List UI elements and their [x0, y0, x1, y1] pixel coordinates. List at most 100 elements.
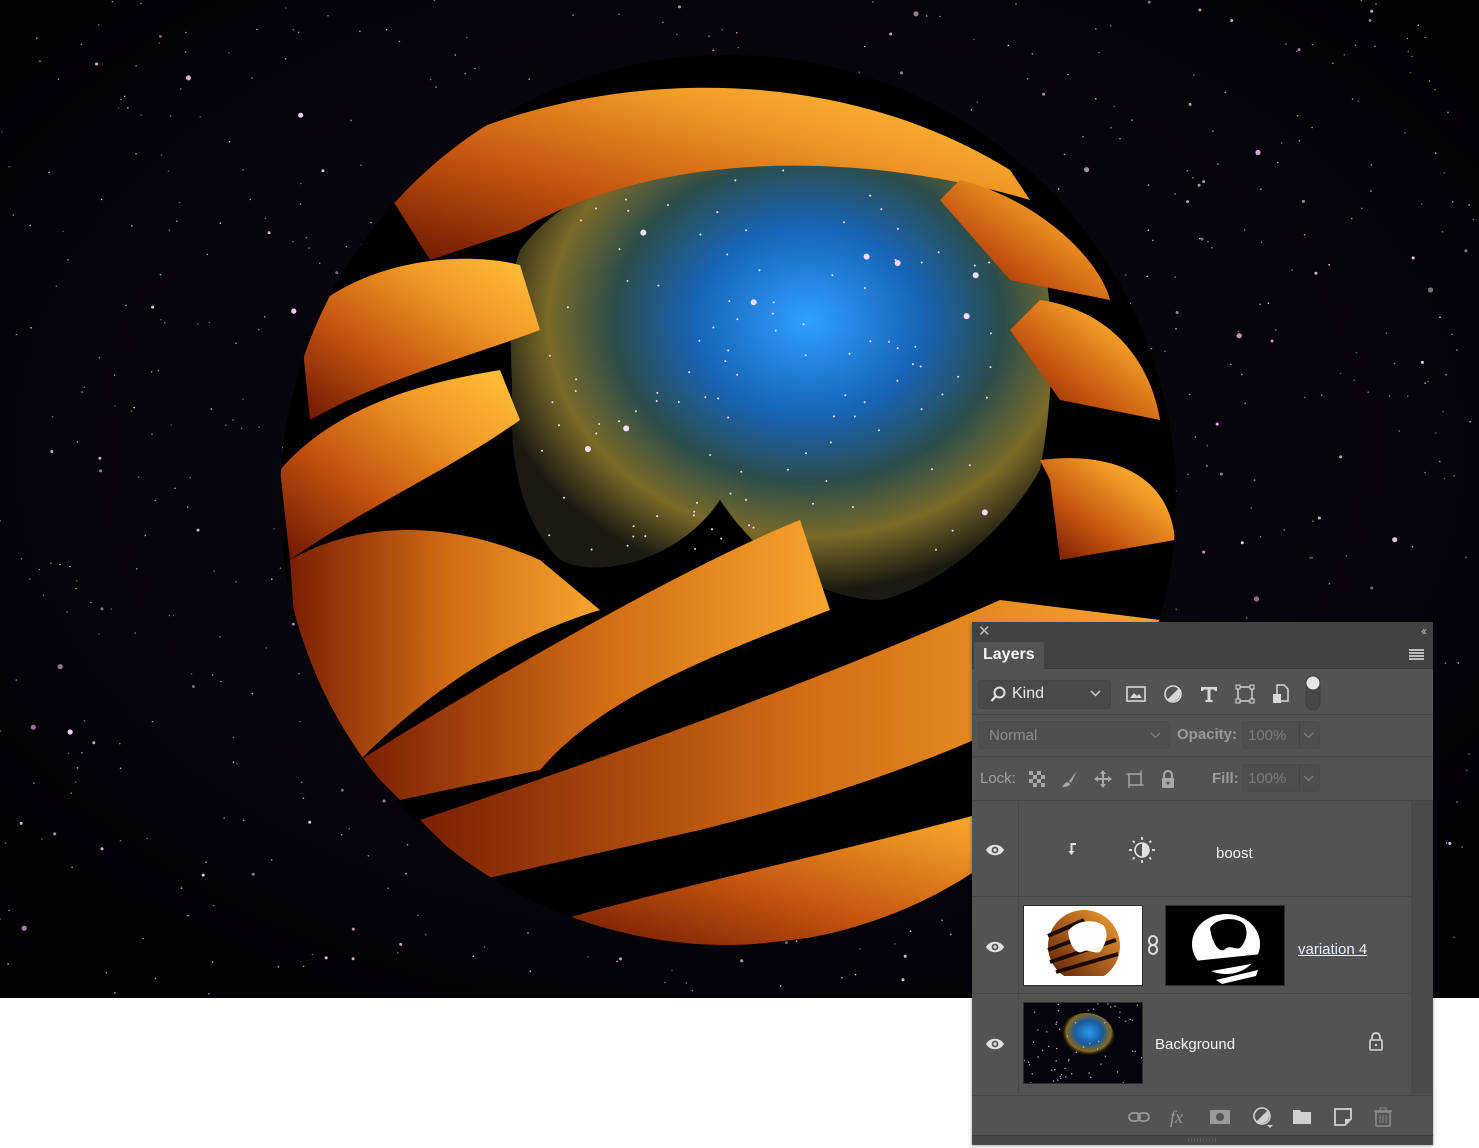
panel-titlebar[interactable]: ✕ ‹‹	[972, 622, 1433, 641]
delete-layer-icon[interactable]	[1372, 1106, 1394, 1128]
chevron-down-icon	[1303, 775, 1314, 782]
star	[1100, 1063, 1102, 1065]
star	[398, 40, 401, 43]
opacity-field[interactable]: 100%	[1242, 721, 1320, 749]
star	[1435, 152, 1437, 154]
star	[1253, 479, 1256, 481]
star	[1129, 1018, 1131, 1020]
star	[1175, 328, 1177, 330]
smart-object-filter-icon[interactable]	[1270, 683, 1292, 705]
star	[305, 236, 308, 239]
star	[774, 329, 777, 332]
layer-name-boost[interactable]: boost	[1216, 845, 1253, 862]
layers-list: boost variation 4 Background	[972, 801, 1411, 1094]
visibility-eye-icon[interactable]	[985, 940, 1005, 954]
new-group-icon[interactable]	[1291, 1106, 1313, 1128]
star	[38, 568, 40, 571]
star	[745, 229, 748, 232]
lock-all-icon[interactable]	[1158, 769, 1178, 789]
star	[1456, 801, 1458, 803]
star	[678, 5, 681, 9]
close-icon[interactable]: ✕	[978, 623, 991, 640]
collapse-panel-icon[interactable]: ‹‹	[1421, 623, 1427, 640]
star	[758, 269, 761, 272]
layer-style-fx-icon[interactable]: fx	[1169, 1106, 1191, 1128]
star	[191, 685, 195, 688]
star	[1217, 163, 1219, 165]
star	[1345, 555, 1348, 557]
visibility-eye-icon[interactable]	[985, 1037, 1005, 1051]
star	[712, 326, 715, 329]
layer-mask-thumbnail[interactable]	[1165, 905, 1285, 986]
blend-mode-select[interactable]: Normal	[978, 721, 1170, 749]
star	[130, 410, 133, 413]
layers-scrollbar[interactable]	[1411, 801, 1433, 1094]
star	[292, 28, 295, 31]
star	[804, 354, 807, 357]
star	[235, 581, 237, 583]
star	[843, 221, 845, 224]
star	[208, 993, 210, 995]
star	[1104, 1055, 1106, 1057]
layer-name-background[interactable]: Background	[1155, 1036, 1235, 1053]
star	[30, 724, 36, 730]
filter-kind-select[interactable]: Kind	[978, 680, 1111, 709]
star	[351, 957, 355, 961]
star	[595, 432, 598, 435]
layer-locked-icon[interactable]	[1368, 1032, 1384, 1052]
brightness-contrast-icon[interactable]	[1128, 836, 1156, 864]
fill-field[interactable]: 100%	[1242, 764, 1320, 792]
background-thumbnail	[1023, 1002, 1143, 1084]
panel-resize-grip[interactable]	[972, 1135, 1433, 1145]
star	[232, 419, 234, 421]
layer-row-boost[interactable]: boost	[972, 801, 1411, 897]
star	[1097, 1003, 1099, 1005]
pixel-layer-filter-icon[interactable]	[1125, 683, 1147, 705]
layer-row-background[interactable]: Background	[972, 994, 1411, 1093]
star	[551, 401, 554, 404]
shape-layer-filter-icon[interactable]	[1234, 683, 1256, 705]
star	[1026, 78, 1029, 80]
lock-artboard-icon[interactable]	[1125, 769, 1145, 789]
star	[584, 446, 591, 452]
star	[81, 751, 83, 754]
star	[1104, 1022, 1106, 1024]
new-layer-icon[interactable]	[1332, 1106, 1354, 1128]
star	[211, 961, 214, 963]
visibility-eye-icon[interactable]	[985, 843, 1005, 857]
filter-toggle-icon[interactable]	[1304, 674, 1322, 712]
tab-layers[interactable]: Layers	[974, 642, 1044, 669]
panel-menu-icon[interactable]	[1409, 649, 1424, 660]
lock-image-pixels-icon[interactable]	[1060, 769, 1080, 789]
star	[1032, 1041, 1035, 1043]
star	[829, 441, 832, 444]
link-layers-icon[interactable]	[1128, 1106, 1150, 1128]
star	[664, 981, 666, 984]
star	[1370, 190, 1372, 192]
star	[968, 464, 971, 467]
star	[299, 203, 302, 205]
layer-row-variation-4[interactable]: variation 4	[972, 897, 1411, 994]
star	[858, 71, 861, 74]
lock-transparent-pixels-icon[interactable]	[1027, 769, 1047, 789]
star	[1332, 62, 1334, 64]
star	[385, 28, 388, 31]
lock-position-icon[interactable]	[1093, 769, 1113, 789]
star	[1451, 201, 1454, 203]
star	[1297, 48, 1301, 52]
star	[1407, 50, 1410, 53]
star	[110, 608, 113, 610]
add-mask-icon[interactable]	[1209, 1106, 1231, 1128]
star	[264, 217, 267, 220]
mask-link-chain-icon[interactable]	[1147, 934, 1159, 956]
star	[632, 535, 635, 538]
star	[1420, 203, 1423, 205]
star	[142, 937, 144, 940]
layer-name-variation-4[interactable]: variation 4	[1298, 941, 1367, 958]
star	[297, 31, 300, 34]
star	[1033, 1011, 1036, 1013]
new-fill-adjustment-icon[interactable]	[1252, 1106, 1274, 1128]
adjustment-layer-filter-icon[interactable]	[1162, 683, 1184, 705]
type-layer-filter-icon[interactable]	[1198, 683, 1220, 705]
star	[1427, 287, 1434, 293]
